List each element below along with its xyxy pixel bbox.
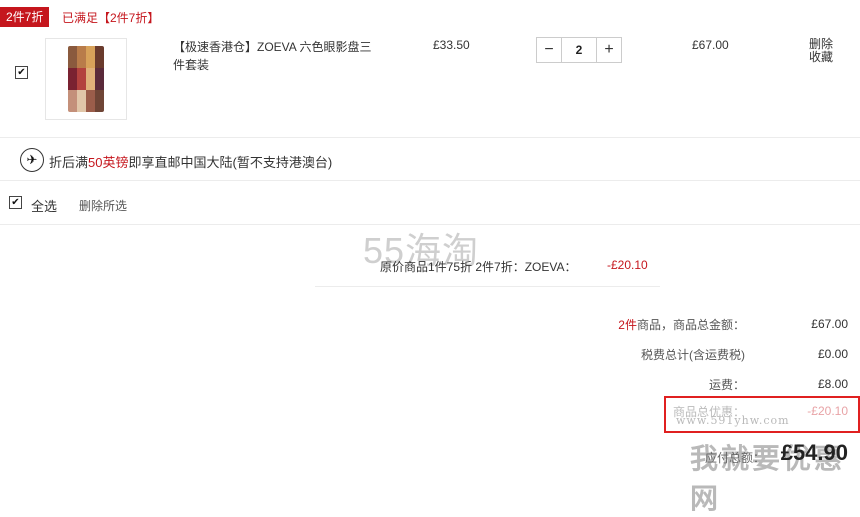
- product-image[interactable]: [45, 38, 127, 120]
- line-total: £67.00: [692, 38, 729, 52]
- decrease-qty-button[interactable]: −: [537, 38, 561, 62]
- item-actions: 删除 收藏: [808, 38, 834, 64]
- unit-price: £33.50: [433, 38, 470, 52]
- tax-value: £0.00: [817, 347, 848, 361]
- divider: [0, 180, 860, 181]
- shipping-fee-label: 运费：: [708, 378, 745, 392]
- discount-detail-value: -£20.10: [607, 258, 648, 272]
- total-discount-value: -£20.10: [807, 404, 848, 418]
- quantity-stepper: − 2 +: [536, 37, 622, 63]
- eyeshadow-palette-image: [68, 46, 104, 112]
- goods-total-label: 2件商品，商品总金额：: [618, 318, 745, 332]
- product-name-link[interactable]: 【极速香港仓】ZOEVA 六色眼影盘三件套装: [173, 38, 373, 74]
- promo-status: 已满足【2件7折】: [62, 11, 160, 25]
- promo-tag: 2件7折: [0, 7, 50, 27]
- grand-total-value: £54.90: [780, 440, 848, 465]
- goods-total-value: £67.00: [811, 317, 848, 331]
- select-all-checkbox[interactable]: ✔: [9, 196, 22, 209]
- grand-total-label: 应付总额：: [705, 451, 766, 465]
- select-all-label[interactable]: 全选: [31, 196, 57, 215]
- increase-qty-button[interactable]: +: [597, 38, 621, 62]
- delete-selected-link[interactable]: 删除所选: [79, 197, 127, 214]
- shipping-fee-value: £8.00: [817, 377, 848, 391]
- quantity-input[interactable]: 2: [561, 38, 597, 62]
- airplane-icon: ✈: [20, 148, 44, 172]
- item-checkbox[interactable]: ✔: [15, 66, 28, 79]
- tax-label: 税费总计(含运费税): [641, 348, 745, 362]
- shipping-note: 折后满50英镑即享直邮中国大陆(暂不支持港澳台): [49, 155, 333, 170]
- favorite-item-link[interactable]: 收藏: [808, 51, 834, 64]
- discount-detail-label: 原价商品1件75折 2件7折：ZOEVA：: [380, 260, 577, 274]
- watermark-url: www.591yhw.com: [676, 414, 790, 427]
- shipping-threshold: 50英镑: [88, 155, 129, 170]
- divider: [0, 137, 860, 138]
- divider: [315, 286, 660, 287]
